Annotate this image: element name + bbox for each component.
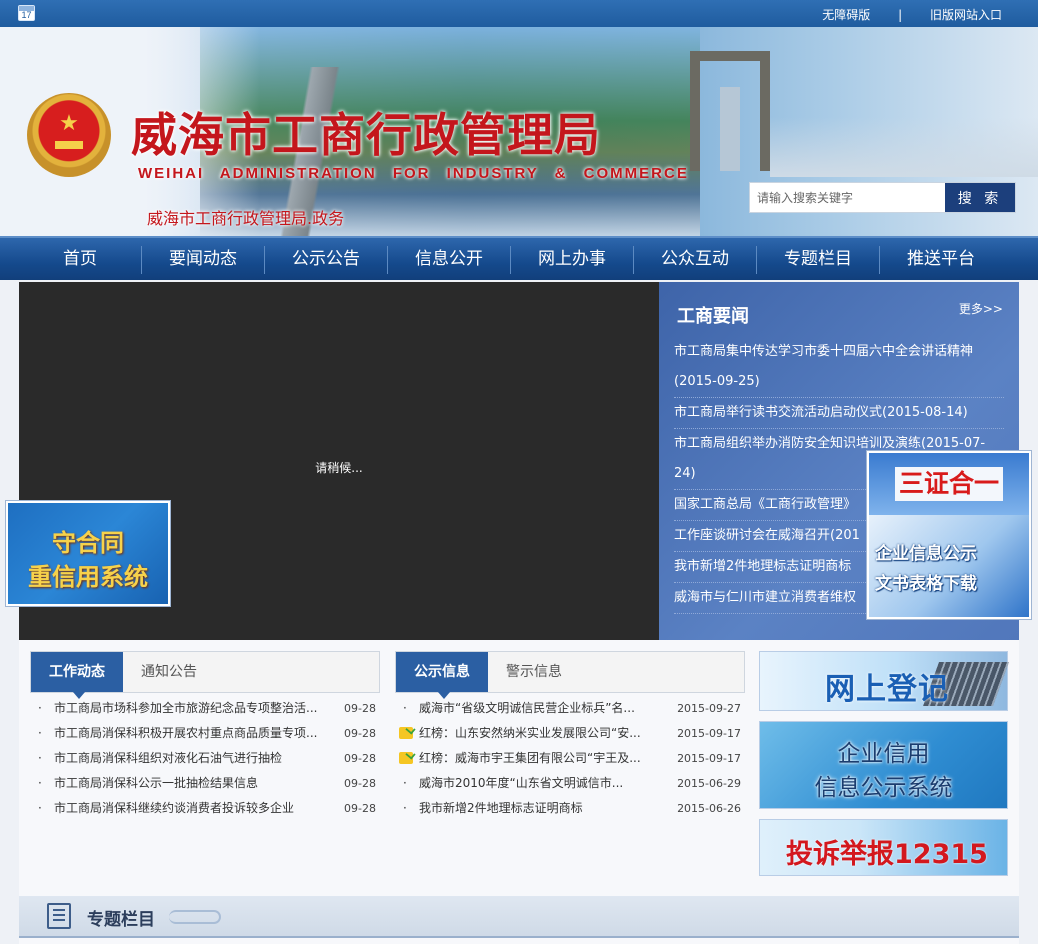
list-item[interactable]: · 市工商局市场科参加全市旅游纪念品专项整治活... 09-28: [30, 696, 380, 721]
search-box: 搜 索: [749, 182, 1016, 213]
list-item[interactable]: · 市工商局消保科继续约谈消费者投诉较多企业 09-28: [30, 796, 380, 821]
nav-item-home[interactable]: 首页: [20, 238, 140, 280]
news-more-link[interactable]: 更多>>: [959, 300, 1003, 317]
list-item[interactable]: · 市工商局消保科积极开展农村重点商品质量专项... 09-28: [30, 721, 380, 746]
city-gate-photo: [690, 51, 770, 171]
main-nav: 首页 要闻动态 公示公告 信息公开 网上办事 公众互动 专题栏目 推送平台: [0, 236, 1038, 280]
old-site-link[interactable]: 旧版网站入口: [930, 8, 1002, 22]
special-topics-title: 专题栏目: [87, 910, 155, 930]
folder-icon: [399, 752, 413, 764]
bullet-icon: ·: [38, 701, 42, 715]
tab-work-dynamics[interactable]: 工作动态: [31, 652, 123, 699]
accessibility-link[interactable]: 无障碍版: [822, 8, 870, 22]
list-item[interactable]: · 我市新增2件地理标志证明商标 2015-06-26: [395, 796, 745, 821]
special-topics-bar: 专题栏目: [19, 896, 1019, 938]
list-item[interactable]: · 威海市“省级文明诚信民营企业标兵”名... 2015-09-27: [395, 696, 745, 721]
complaint-hotline-banner[interactable]: 投诉举报12315: [759, 819, 1008, 876]
site-subtitle: 威海市工商行政管理局.政务: [147, 209, 345, 228]
national-emblem-icon: [27, 93, 111, 177]
nav-item-announcements[interactable]: 公示公告: [265, 238, 387, 280]
bullet-icon: ·: [38, 776, 42, 790]
list-item[interactable]: · 市工商局消保科组织对液化石油气进行抽检 09-28: [30, 746, 380, 771]
work-tabs: 工作动态 通知公告: [30, 651, 380, 699]
tab-public-info[interactable]: 公示信息: [396, 652, 488, 699]
site-title: 威海市工商行政管理局: [131, 108, 601, 162]
cloud-ornament-icon: [169, 910, 221, 924]
news-panel-title: 工商要闻: [677, 306, 749, 327]
contract-credit-line2: 重信用系统: [28, 563, 148, 591]
contract-credit-line1: 守合同: [52, 529, 124, 557]
search-button[interactable]: 搜 索: [945, 183, 1015, 212]
three-in-one-header: 三证合一: [869, 453, 1029, 515]
top-bar: 17 无障碍版 | 旧版网站入口: [0, 0, 1038, 27]
public-info-tabs: 公示信息 警示信息: [395, 651, 745, 699]
list-item[interactable]: 红榜：山东安然纳米实业发展限公司“安... 2015-09-17: [395, 721, 745, 746]
bullet-icon: ·: [403, 701, 407, 715]
calendar-icon: 17: [18, 5, 35, 21]
three-in-one-float-ad[interactable]: 三证合一 企业信息公示 文书表格下载: [866, 450, 1032, 620]
folder-icon: [399, 727, 413, 739]
three-in-one-body: 企业信息公示 文书表格下载: [869, 515, 1029, 617]
online-registration-label: 网上登记: [825, 672, 949, 707]
public-info-box: 公示信息 警示信息 · 威海市“省级文明诚信民营企业标兵”名... 2015-09-…: [395, 651, 745, 821]
tab-notices[interactable]: 通知公告: [123, 652, 215, 692]
bullet-icon: ·: [38, 751, 42, 765]
nav-item-news[interactable]: 要闻动态: [142, 238, 264, 280]
enterprise-credit-line1: 企业信用: [837, 741, 930, 767]
list-item[interactable]: 红榜：威海市宇王集团有限公司“宇王及... 2015-09-17: [395, 746, 745, 771]
bullet-icon: ·: [38, 801, 42, 815]
header-banner: 威海市工商行政管理局 WEIHAI ADMINISTRATION FOR IND…: [0, 27, 1038, 236]
tab-warning-info[interactable]: 警示信息: [488, 652, 580, 692]
bullet-icon: ·: [38, 726, 42, 740]
top-links: 无障碍版 | 旧版网站入口: [822, 6, 1002, 23]
document-forms-download-label: 文书表格下载: [875, 574, 977, 594]
contract-credit-float-ad[interactable]: 守合同 重信用系统: [5, 500, 171, 607]
nav-item-interaction[interactable]: 公众互动: [634, 238, 756, 280]
nav-item-online-services[interactable]: 网上办事: [511, 238, 633, 280]
slider-loading-text: 请稍候...: [315, 461, 363, 475]
work-dynamics-box: 工作动态 通知公告 · 市工商局市场科参加全市旅游纪念品专项整治活... 09-28…: [30, 651, 380, 821]
nav-item-info-disclosure[interactable]: 信息公开: [388, 238, 510, 280]
enterprise-credit-line2: 信息公示系统: [814, 775, 953, 801]
three-in-one-title: 三证合一: [895, 467, 1003, 501]
nav-item-topics[interactable]: 专题栏目: [757, 238, 879, 280]
complaint-hotline-label: 投诉举报12315: [786, 839, 988, 870]
enterprise-info-publicity-label: 企业信息公示: [875, 544, 977, 564]
bullet-icon: ·: [403, 801, 407, 815]
search-input[interactable]: [750, 183, 946, 212]
bullet-icon: ·: [403, 776, 407, 790]
list-item[interactable]: · 市工商局消保科公示一批抽检结果信息 09-28: [30, 771, 380, 796]
site-title-english: WEIHAI ADMINISTRATION FOR INDUSTRY & COM…: [138, 165, 689, 182]
document-icon: [47, 903, 71, 929]
online-registration-banner[interactable]: 网上登记: [759, 651, 1010, 711]
contract-credit-banner: 守合同 重信用系统: [8, 503, 168, 604]
top-link-separator: |: [898, 8, 903, 22]
nav-item-push-platform[interactable]: 推送平台: [880, 238, 1002, 280]
list-item[interactable]: · 威海市2010年度“山东省文明诚信市... 2015-06-29: [395, 771, 745, 796]
work-list: · 市工商局市场科参加全市旅游纪念品专项整治活... 09-28 · 市工商局消保科积…: [30, 696, 380, 821]
skyline-photo: [770, 117, 1038, 177]
news-item[interactable]: 市工商局举行读书交流活动启动仪式(2015-08-14): [674, 398, 1004, 429]
enterprise-credit-banner[interactable]: 企业信用 信息公示系统: [759, 721, 1008, 809]
public-info-list: · 威海市“省级文明诚信民营企业标兵”名... 2015-09-27 红榜：山东安然…: [395, 696, 745, 821]
news-item[interactable]: 市工商局集中传达学习市委十四届六中全会讲话精神(2015-09-25): [674, 337, 1004, 398]
